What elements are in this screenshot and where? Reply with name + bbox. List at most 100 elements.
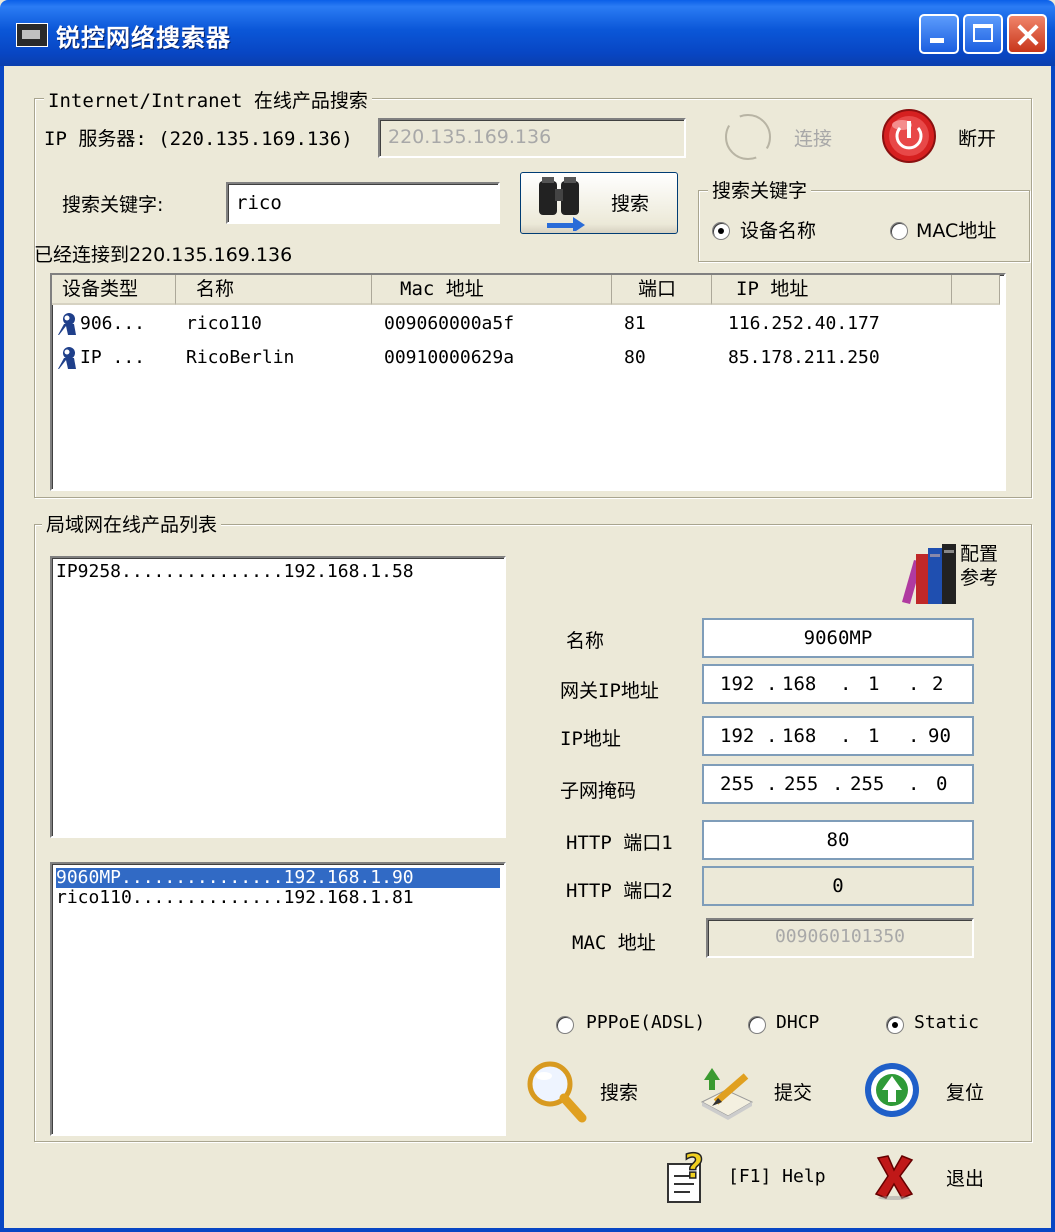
mask-dot-1: . [766,773,778,795]
window-frame-bottom [0,1228,1055,1232]
maximize-button[interactable] [963,14,1003,54]
window-frame-right [1051,66,1055,1232]
list-item[interactable]: rico110..............192.168.1.81 [56,888,414,908]
list-item[interactable]: IP9258...............192.168.1.58 [56,562,414,582]
gateway-octet-4: 2 [932,673,944,695]
lan-list-primary[interactable]: IP9258...............192.168.1.58 [50,556,506,838]
cell-mac: 00910000629a [384,347,515,368]
disconnect-button[interactable]: 断开 [880,108,1020,164]
ip-input[interactable]: 192 . 168 . 1 . 90 [702,716,974,756]
submit-icon [700,1068,754,1120]
connect-button[interactable]: 连接 [720,112,840,162]
radio-mac[interactable] [890,222,908,240]
cell-port: 81 [624,313,646,334]
online-devices-table[interactable]: 设备类型 名称 Mac 地址 端口 IP 地址 906... rico110 009… [50,273,1006,491]
gateway-input[interactable]: 192 . 168 . 1 . 2 [702,664,974,704]
mac-input[interactable]: 009060101350 [706,918,974,958]
name-input[interactable]: 9060MP [702,618,974,658]
binoculars-icon [539,177,585,231]
cell-type: 906... [80,313,146,334]
column-header-port[interactable]: 端口 [612,275,712,305]
radio-device-name-label: 设备名称 [740,220,817,242]
internet-search-button[interactable]: 搜索 [520,172,678,234]
config-reference-button[interactable]: 配置 参考 [900,540,1020,606]
books-icon [902,544,956,604]
disconnect-label: 断开 [958,128,997,150]
cell-ip: 85.178.211.250 [728,347,880,368]
close-button[interactable] [1007,14,1047,54]
svg-text:?: ? [684,1148,704,1187]
mask-octet-2: 255 [784,773,819,795]
gateway-octet-1: 192 [720,673,755,695]
table-row[interactable]: 906... rico110 009060000a5f 81 116.252.40.17… [52,309,1000,339]
mask-input[interactable]: 255 . 255 . 255 . 0 [702,764,974,804]
table-row[interactable]: IP ... RicoBerlin 00910000629a 80 85.178.211… [52,343,1000,373]
reset-button[interactable]: 复位 [862,1060,1012,1122]
gateway-dot-3: . [908,673,920,695]
keyword-type-label: 搜索关键字 [708,176,812,203]
window-title: 锐控网络搜索器 [56,24,231,52]
ip-dot-3: . [908,725,920,747]
submit-label: 提交 [774,1082,813,1104]
radio-mac-label: MAC地址 [916,220,997,242]
help-icon: ? [667,1148,704,1203]
list-item[interactable]: 9060MP...............192.168.1.90 [56,868,500,888]
column-header-name[interactable]: 名称 [176,275,372,305]
lan-group-label: 局域网在线产品列表 [42,510,222,537]
radio-static[interactable] [886,1016,904,1034]
connect-icon [725,114,771,160]
connection-status: 已经连接到220.135.169.136 [34,244,293,266]
ip-octet-4: 90 [928,725,951,747]
radio-device-name[interactable] [712,222,730,240]
gateway-dot-1: . [766,673,778,695]
radio-static-label: Static [914,1012,980,1033]
magnifier-icon [527,1061,587,1123]
ip-octet-2: 168 [782,725,817,747]
power-icon [882,109,936,163]
keyword-input[interactable]: rico [226,182,500,224]
config-reference-line2: 参考 [960,567,999,589]
server-input[interactable]: 220.135.169.136 [378,118,686,158]
keyword-label: 搜索关键字: [62,194,164,216]
cell-mac: 009060000a5f [384,313,515,334]
ip-label: IP地址 [560,728,621,750]
submit-button[interactable]: 提交 [696,1062,826,1120]
server-label: IP 服务器: (220.135.169.136) [44,128,353,150]
lan-list-secondary[interactable]: 9060MP...............192.168.1.90 rico110… [50,862,506,1136]
column-header-ip[interactable]: IP 地址 [712,275,952,305]
radio-pppoe-label: PPPoE(ADSL) [586,1012,706,1033]
lan-search-button[interactable]: 搜索 [524,1058,664,1126]
cell-type: IP ... [80,347,146,368]
column-header-mac[interactable]: Mac 地址 [372,275,612,305]
mac-label: MAC 地址 [572,932,656,954]
cell-name: rico110 [186,313,262,334]
mask-octet-1: 255 [720,773,755,795]
cell-name: RicoBerlin [186,347,295,368]
mask-dot-2: . [832,773,844,795]
connect-label: 连接 [794,128,833,150]
http1-label: HTTP 端口1 [566,832,673,854]
mask-octet-3: 255 [850,773,885,795]
ip-octet-3: 1 [868,725,880,747]
name-label: 名称 [566,630,605,652]
mask-octet-4: 0 [936,773,948,795]
exit-button[interactable]: 退出 [870,1148,1010,1208]
minimize-button[interactable] [919,14,959,54]
cell-ip: 116.252.40.177 [728,313,880,334]
exit-label: 退出 [946,1168,985,1190]
mask-label: 子网掩码 [560,780,637,802]
http1-input[interactable]: 80 [702,820,974,860]
config-reference-line1: 配置 [960,543,999,565]
http2-input[interactable]: 0 [702,866,974,906]
radio-pppoe[interactable] [556,1016,574,1034]
column-header-type[interactable]: 设备类型 [52,275,176,305]
radio-dhcp[interactable] [748,1016,766,1034]
cell-port: 80 [624,347,646,368]
up-arrow-icon [865,1063,919,1117]
mask-dot-3: . [908,773,920,795]
radio-dhcp-label: DHCP [776,1012,820,1033]
device-user-icon [58,347,76,369]
app-icon [16,23,48,47]
help-label: [F1] Help [728,1166,826,1187]
help-button[interactable]: ? [F1] Help [664,1148,854,1208]
